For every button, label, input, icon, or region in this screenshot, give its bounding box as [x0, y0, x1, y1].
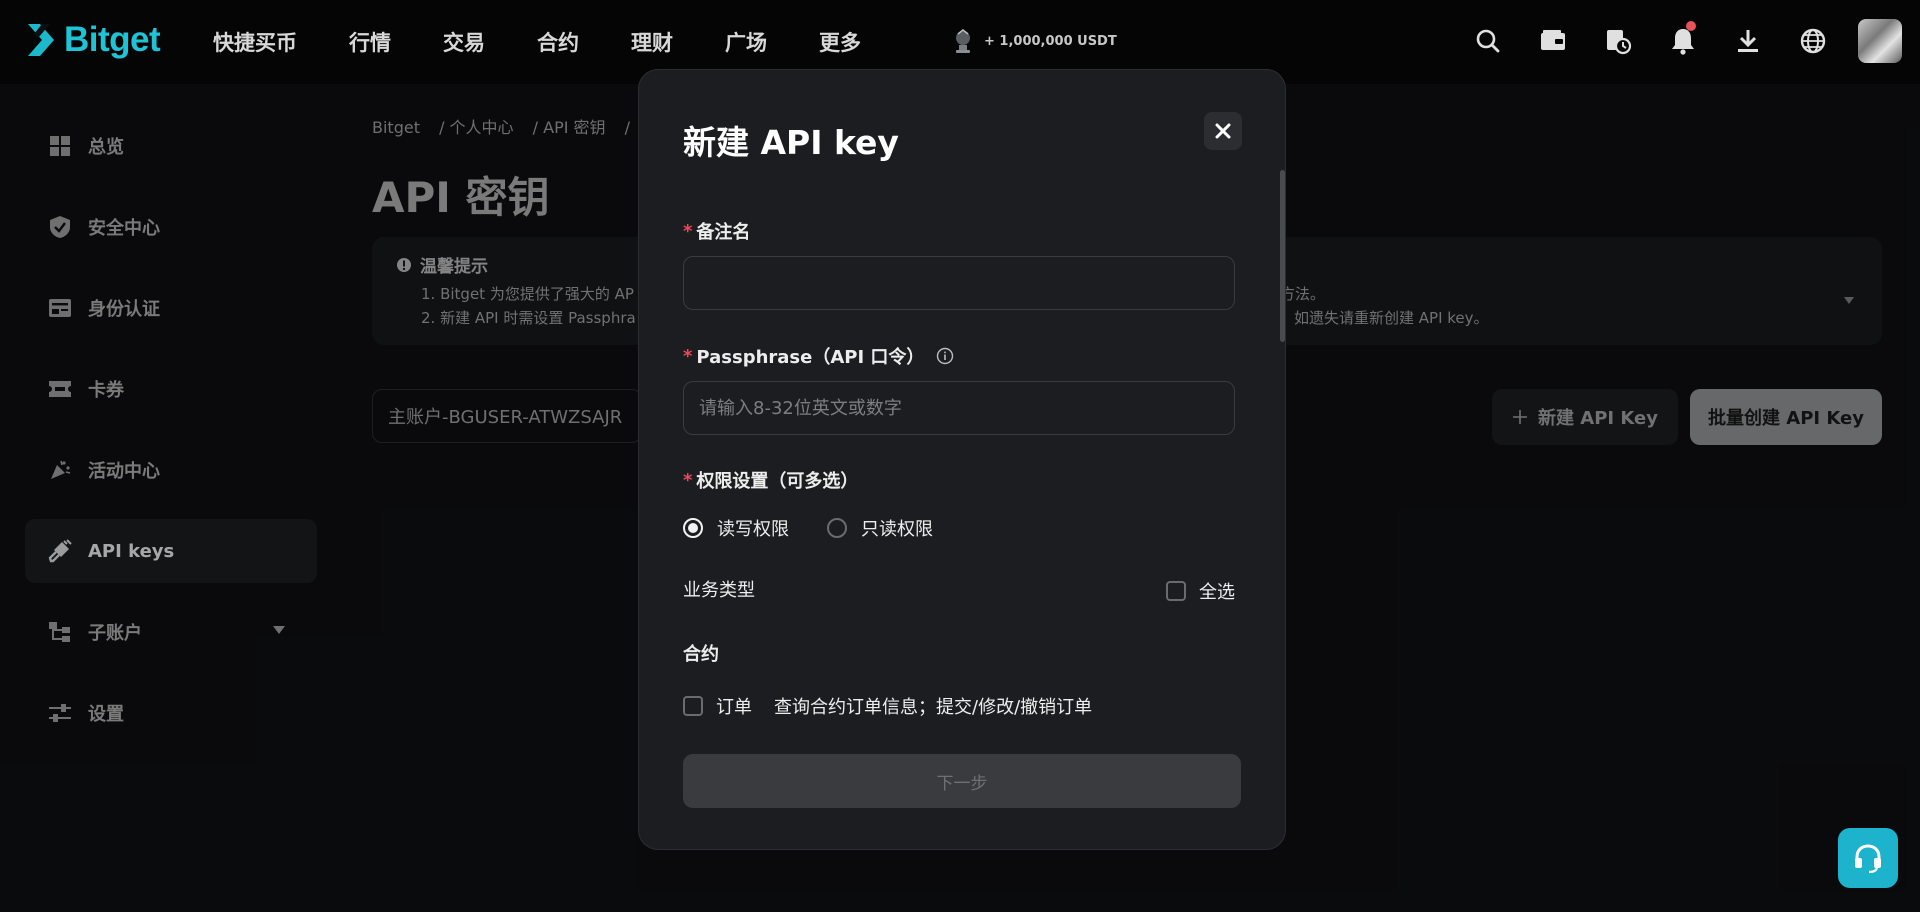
- bitget-logo[interactable]: Bitget: [24, 20, 161, 60]
- remark-label-text: 备注名: [696, 222, 751, 243]
- globe-icon[interactable]: [1793, 19, 1833, 63]
- headset-icon: [1855, 844, 1881, 874]
- nav-item-square[interactable]: 广场: [725, 27, 767, 57]
- logo-text: Bitget: [64, 20, 161, 59]
- passphrase-label: * Passphrase（API 口令）: [683, 343, 954, 369]
- radio-circle-checked: [683, 518, 703, 538]
- download-icon[interactable]: [1728, 19, 1768, 63]
- nav-item-trade[interactable]: 交易: [443, 27, 485, 57]
- order-checkbox[interactable]: [683, 696, 703, 716]
- new-api-key-modal: 新建 API key * 备注名 * Passphrase（API 口令） * …: [638, 69, 1286, 850]
- required-marker: *: [683, 220, 693, 242]
- modal-scrollbar[interactable]: [1280, 170, 1285, 342]
- close-button[interactable]: [1204, 112, 1242, 150]
- nav-item-quick-buy[interactable]: 快捷买币: [213, 27, 297, 57]
- promo-text: + 1,000,000 USDT: [984, 33, 1117, 49]
- nav-item-markets[interactable]: 行情: [349, 27, 391, 57]
- wallet-icon[interactable]: [1533, 19, 1573, 63]
- bitget-logo-icon: [28, 24, 54, 56]
- info-icon[interactable]: [936, 347, 954, 365]
- remark-label: * 备注名: [683, 218, 750, 244]
- permission-radio-group: 读写权限 只读权限: [683, 515, 971, 541]
- promo-banner[interactable]: + 1,000,000 USDT: [950, 28, 1117, 54]
- permission-label: * 权限设置（可多选）: [683, 467, 858, 493]
- radio-circle: [827, 518, 847, 538]
- notification-dot: [1686, 21, 1696, 31]
- trophy-icon: [956, 28, 970, 53]
- remark-input[interactable]: [683, 256, 1235, 310]
- nav-item-earn[interactable]: 理财: [631, 27, 673, 57]
- select-all-checkbox[interactable]: 全选: [1166, 578, 1235, 604]
- select-all-label: 全选: [1199, 582, 1235, 603]
- business-type-label: 业务类型: [683, 580, 755, 601]
- passphrase-label-text: Passphrase（API 口令）: [696, 347, 925, 368]
- close-icon: [1215, 123, 1231, 139]
- contract-section-title: 合约: [683, 644, 719, 665]
- radio-read-only[interactable]: 只读权限: [827, 515, 933, 541]
- support-button[interactable]: [1838, 828, 1898, 888]
- radio-read-write[interactable]: 读写权限: [683, 515, 789, 541]
- nav-item-more[interactable]: 更多: [819, 27, 861, 57]
- passphrase-input[interactable]: [683, 381, 1235, 435]
- avatar[interactable]: [1858, 19, 1902, 63]
- order-history-icon[interactable]: [1598, 19, 1638, 63]
- order-permission-row[interactable]: 订单 查询合约订单信息；提交/修改/撤销订单: [683, 693, 1092, 719]
- required-marker: *: [683, 345, 693, 367]
- next-step-button[interactable]: 下一步: [683, 754, 1241, 808]
- modal-title: 新建 API key: [683, 123, 899, 162]
- checkbox-box: [1166, 581, 1186, 601]
- nav-icon-group: [1468, 19, 1902, 63]
- order-label: 订单: [716, 697, 752, 718]
- required-marker: *: [683, 469, 693, 491]
- bell-icon[interactable]: [1663, 19, 1703, 63]
- radio-label: 只读权限: [861, 519, 933, 540]
- radio-label: 读写权限: [717, 519, 789, 540]
- search-icon[interactable]: [1468, 19, 1508, 63]
- permission-label-text: 权限设置（可多选）: [696, 471, 859, 492]
- nav-item-futures[interactable]: 合约: [537, 27, 579, 57]
- order-description: 查询合约订单信息；提交/修改/撤销订单: [774, 697, 1093, 718]
